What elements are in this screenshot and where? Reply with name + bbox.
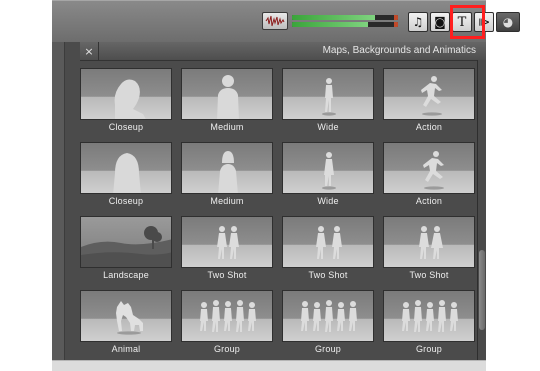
running-figure-icon	[383, 68, 475, 120]
tile-closeup-female[interactable]: Closeup	[80, 142, 172, 210]
panel-scrollbar[interactable]	[477, 60, 486, 360]
animatics-grid: Closeup Medium Wide Action Closeup Mediu…	[80, 68, 476, 360]
audio-level-meters	[292, 13, 402, 29]
closeup-silhouette-icon	[80, 68, 172, 120]
tile-label: Action	[415, 122, 443, 132]
tile-label: Wide	[317, 122, 339, 132]
tile-label: Landscape	[103, 270, 149, 280]
two-people-icon	[181, 216, 273, 268]
tile-group-3[interactable]: Group	[383, 290, 475, 358]
tile-two-shot-3[interactable]: Two Shot	[383, 216, 475, 284]
music-icon: ♫	[412, 15, 424, 29]
audio-meter-left	[292, 15, 398, 20]
tile-two-shot-1[interactable]: Two Shot	[181, 216, 273, 284]
tile-action[interactable]: Action	[383, 68, 475, 136]
tile-landscape[interactable]: Landscape	[80, 216, 172, 284]
tile-label: Group	[415, 344, 442, 354]
tile-two-shot-2[interactable]: Two Shot	[282, 216, 374, 284]
two-people-icon	[383, 216, 475, 268]
tile-wide-female[interactable]: Wide	[282, 142, 374, 210]
dog-icon	[80, 290, 172, 342]
audio-meter-right	[292, 22, 398, 27]
medium-silhouette-icon	[181, 142, 273, 194]
tile-label: Medium	[210, 122, 244, 132]
tile-wide[interactable]: Wide	[282, 68, 374, 136]
camera-icon: ◙	[434, 15, 446, 29]
panel-left-border	[52, 42, 65, 360]
app-window: ♫ ◙ T ⧐ ◕ Maps, Backgrounds and Animatic…	[0, 0, 540, 371]
tile-label: Group	[213, 344, 240, 354]
two-people-icon	[282, 216, 374, 268]
waveform-icon[interactable]	[262, 12, 288, 30]
closeup-silhouette-icon	[80, 142, 172, 194]
medium-silhouette-icon	[181, 68, 273, 120]
tile-action-female[interactable]: Action	[383, 142, 475, 210]
group-people-icon	[181, 290, 273, 342]
running-figure-icon	[383, 142, 475, 194]
close-panel-button[interactable]: ×	[80, 42, 99, 60]
panel-title: Maps, Backgrounds and Animatics	[322, 45, 476, 56]
highlight-callout	[450, 5, 485, 39]
tile-label: Animal	[111, 344, 141, 354]
tile-label: Closeup	[108, 196, 144, 206]
group-people-icon	[282, 290, 374, 342]
tile-animal[interactable]: Animal	[80, 290, 172, 358]
wide-silhouette-icon	[282, 68, 374, 120]
group-people-icon	[383, 290, 475, 342]
landscape-tree-icon	[80, 216, 172, 268]
tile-medium-female[interactable]: Medium	[181, 142, 273, 210]
top-toolbar: ♫ ◙ T ⧐ ◕	[52, 0, 520, 43]
maps-backgrounds-button[interactable]: ◕	[496, 12, 520, 32]
status-strip	[52, 360, 486, 371]
close-icon: ×	[84, 44, 94, 58]
tile-medium[interactable]: Medium	[181, 68, 273, 136]
tile-label: Two Shot	[409, 270, 449, 280]
toolbar-highlight-line	[52, 0, 486, 1]
tile-group-1[interactable]: Group	[181, 290, 273, 358]
wide-silhouette-icon	[282, 142, 374, 194]
globe-icon: ◕	[502, 15, 514, 29]
tile-label: Action	[415, 196, 443, 206]
panel-header: Maps, Backgrounds and Animatics	[80, 42, 486, 61]
scrollbar-thumb[interactable]	[479, 250, 485, 330]
photos-button[interactable]: ◙	[430, 12, 450, 32]
tile-label: Wide	[317, 196, 339, 206]
music-button[interactable]: ♫	[408, 12, 428, 32]
tile-label: Two Shot	[207, 270, 247, 280]
tile-group-2[interactable]: Group	[282, 290, 374, 358]
tile-closeup[interactable]: Closeup	[80, 68, 172, 136]
tile-label: Group	[314, 344, 341, 354]
tile-label: Closeup	[108, 122, 144, 132]
tile-label: Medium	[210, 196, 244, 206]
tile-label: Two Shot	[308, 270, 348, 280]
